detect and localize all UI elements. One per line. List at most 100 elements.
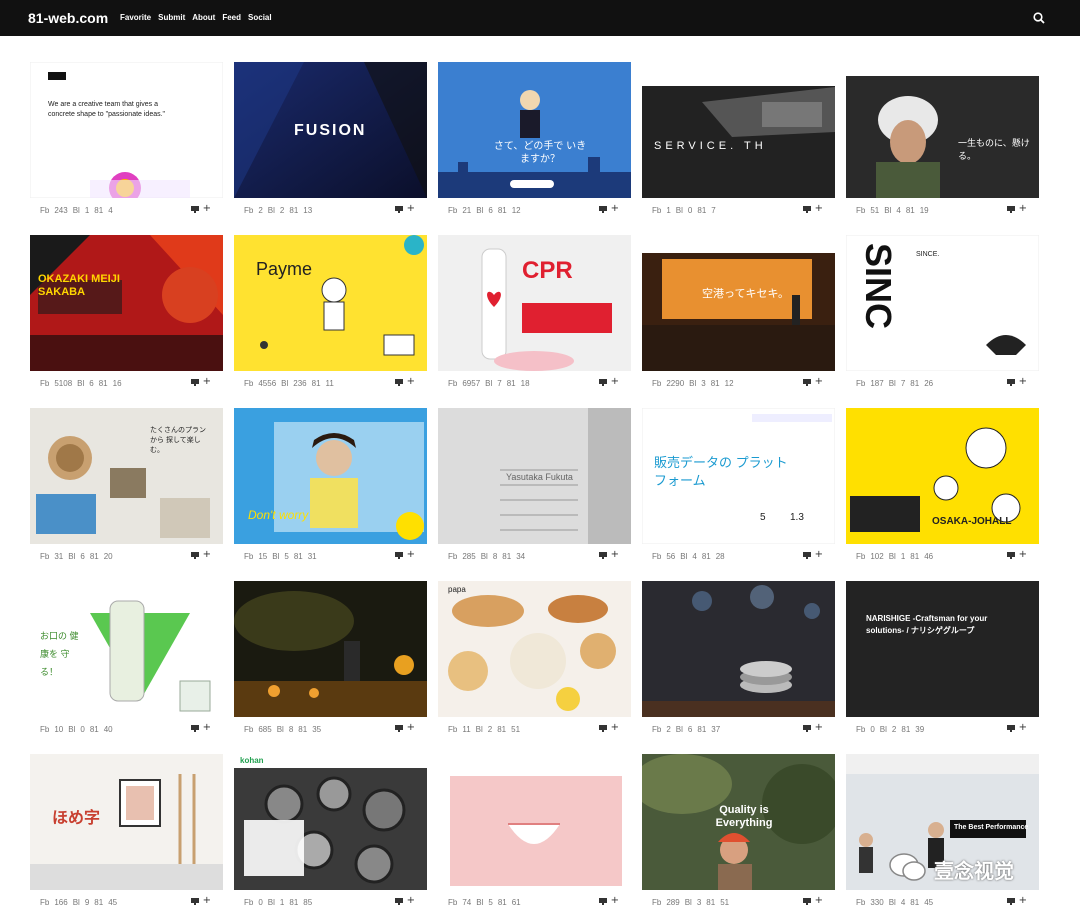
add-icon[interactable]: +	[407, 377, 415, 387]
add-icon[interactable]: +	[611, 896, 619, 906]
add-icon[interactable]: +	[1019, 377, 1027, 387]
nav-about[interactable]: About	[192, 13, 215, 22]
nav-social[interactable]: Social	[248, 13, 272, 22]
add-icon[interactable]: +	[407, 896, 415, 906]
gallery-card[interactable]: The Best Performance Fb 330 Bl 4 81 45 +	[846, 754, 1039, 910]
gallery-card[interactable]: さて、どの手で いきますか？ Fb 21 Bl 6 81 12 +	[438, 62, 631, 218]
site-thumbnail[interactable]: Payme	[234, 235, 427, 371]
add-icon[interactable]: +	[1019, 204, 1027, 214]
gallery-card[interactable]: Payme Fb 4556 Bl 236 81 11 +	[234, 235, 427, 391]
add-icon[interactable]: +	[611, 377, 619, 387]
add-icon[interactable]: +	[815, 204, 823, 214]
add-icon[interactable]: +	[815, 550, 823, 560]
gallery-card[interactable]: 空港ってキセキ。 Fb 2290 Bl 3 81 12 +	[642, 235, 835, 391]
monitor-icon[interactable]	[190, 724, 199, 732]
monitor-icon[interactable]	[190, 378, 199, 386]
monitor-icon[interactable]	[1006, 724, 1015, 732]
site-thumbnail[interactable]	[438, 754, 631, 890]
monitor-icon[interactable]	[190, 551, 199, 559]
gallery-card[interactable]: NARISHIGE -Craftsman for your solutions-…	[846, 581, 1039, 737]
add-icon[interactable]: +	[815, 723, 823, 733]
add-icon[interactable]: +	[1019, 723, 1027, 733]
site-thumbnail[interactable]: ほめ字	[30, 754, 223, 890]
add-icon[interactable]: +	[203, 896, 211, 906]
add-icon[interactable]: +	[407, 550, 415, 560]
site-thumbnail[interactable]: Don't worry	[234, 408, 427, 544]
site-thumbnail[interactable]: 一生ものに、懸ける。	[846, 62, 1039, 198]
monitor-icon[interactable]	[802, 378, 811, 386]
site-thumbnail[interactable]: We are a creative team that gives a conc…	[30, 62, 223, 198]
gallery-card[interactable]: FUSION Fb 2 Bl 2 81 13 +	[234, 62, 427, 218]
site-thumbnail[interactable]: CPR	[438, 235, 631, 371]
gallery-card[interactable]: OKAZAKI MEIJI SAKABA Fb 5108 Bl 6 81 16 +	[30, 235, 223, 391]
add-icon[interactable]: +	[611, 204, 619, 214]
site-thumbnail[interactable]: Yasutaka Fukuta	[438, 408, 631, 544]
monitor-icon[interactable]	[598, 724, 607, 732]
monitor-icon[interactable]	[802, 897, 811, 905]
site-thumbnail[interactable]: NARISHIGE -Craftsman for your solutions-…	[846, 581, 1039, 717]
monitor-icon[interactable]	[1006, 897, 1015, 905]
add-icon[interactable]: +	[203, 204, 211, 214]
monitor-icon[interactable]	[190, 897, 199, 905]
nav-submit[interactable]: Submit	[158, 13, 185, 22]
gallery-card[interactable]: Don't worry Fb 15 Bl 5 81 31 +	[234, 408, 427, 564]
monitor-icon[interactable]	[802, 724, 811, 732]
gallery-card[interactable]: 5 1.3 販売データの プラットフォーム Fb 56 Bl 4 81 28 +	[642, 408, 835, 564]
monitor-icon[interactable]	[394, 724, 403, 732]
site-thumbnail[interactable]: OSAKA-JOHALL	[846, 408, 1039, 544]
gallery-card[interactable]: SERVICE. TH Fb 1 Bl 0 81 7 +	[642, 62, 835, 218]
gallery-card[interactable]: 一生ものに、懸ける。 Fb 51 Bl 4 81 19 +	[846, 62, 1039, 218]
add-icon[interactable]: +	[1019, 896, 1027, 906]
gallery-card[interactable]: ほめ字 Fb 166 Bl 9 81 45 +	[30, 754, 223, 910]
nav-feed[interactable]: Feed	[222, 13, 241, 22]
site-thumbnail[interactable]: 5 1.3 販売データの プラットフォーム	[642, 408, 835, 544]
gallery-card[interactable]: Fb 685 Bl 8 81 35 +	[234, 581, 427, 737]
gallery-card[interactable]: CPR Fb 6957 Bl 7 81 18 +	[438, 235, 631, 391]
site-thumbnail[interactable]: さて、どの手で いきますか？	[438, 62, 631, 198]
monitor-icon[interactable]	[1006, 551, 1015, 559]
monitor-icon[interactable]	[802, 551, 811, 559]
site-thumbnail[interactable]: papa	[438, 581, 631, 717]
monitor-icon[interactable]	[598, 551, 607, 559]
monitor-icon[interactable]	[598, 378, 607, 386]
add-icon[interactable]: +	[815, 377, 823, 387]
site-thumbnail[interactable]: FUSION	[234, 62, 427, 198]
gallery-card[interactable]: Quality is Everything Fb 289 Bl 3 81 51 +	[642, 754, 835, 910]
monitor-icon[interactable]	[1006, 378, 1015, 386]
gallery-card[interactable]: たくさんのプランから 探して楽しむ。 Fb 31 Bl 6 81 20 +	[30, 408, 223, 564]
add-icon[interactable]: +	[815, 896, 823, 906]
monitor-icon[interactable]	[190, 205, 199, 213]
site-thumbnail[interactable]: OKAZAKI MEIJI SAKABA	[30, 235, 223, 371]
monitor-icon[interactable]	[1006, 205, 1015, 213]
monitor-icon[interactable]	[394, 551, 403, 559]
nav-favorite[interactable]: Favorite	[120, 13, 151, 22]
site-thumbnail[interactable]: SERVICE. TH	[642, 62, 835, 198]
gallery-card[interactable]: Fb 2 Bl 6 81 37 +	[642, 581, 835, 737]
gallery-card[interactable]: お口の 健康を 守る！ Fb 10 Bl 0 81 40 +	[30, 581, 223, 737]
add-icon[interactable]: +	[203, 550, 211, 560]
gallery-card[interactable]: OSAKA-JOHALL Fb 102 Bl 1 81 46 +	[846, 408, 1039, 564]
gallery-card[interactable]: We are a creative team that gives a conc…	[30, 62, 223, 218]
site-thumbnail[interactable]: 空港ってキセキ。	[642, 235, 835, 371]
add-icon[interactable]: +	[203, 723, 211, 733]
site-thumbnail[interactable]: たくさんのプランから 探して楽しむ。	[30, 408, 223, 544]
monitor-icon[interactable]	[598, 897, 607, 905]
gallery-card[interactable]: Yasutaka Fukuta Fb 285 Bl 8 81 34 +	[438, 408, 631, 564]
gallery-card[interactable]: Fb 74 Bl 5 81 61 +	[438, 754, 631, 910]
monitor-icon[interactable]	[802, 205, 811, 213]
add-icon[interactable]: +	[407, 723, 415, 733]
site-thumbnail[interactable]	[234, 581, 427, 717]
site-thumbnail[interactable]	[642, 581, 835, 717]
site-thumbnail[interactable]: お口の 健康を 守る！	[30, 581, 223, 717]
gallery-card[interactable]: papa Fb 11 Bl 2 81 51 +	[438, 581, 631, 737]
gallery-card[interactable]: kohan Fb 0 Bl 1 81 85 +	[234, 754, 427, 910]
gallery-card[interactable]: SINC SINCE. Fb 187 Bl 7 81 26 +	[846, 235, 1039, 391]
add-icon[interactable]: +	[203, 377, 211, 387]
site-logo[interactable]: 81-web.com	[28, 10, 108, 26]
add-icon[interactable]: +	[611, 550, 619, 560]
add-icon[interactable]: +	[407, 204, 415, 214]
site-thumbnail[interactable]: Quality is Everything	[642, 754, 835, 890]
add-icon[interactable]: +	[1019, 550, 1027, 560]
monitor-icon[interactable]	[394, 897, 403, 905]
monitor-icon[interactable]	[394, 378, 403, 386]
